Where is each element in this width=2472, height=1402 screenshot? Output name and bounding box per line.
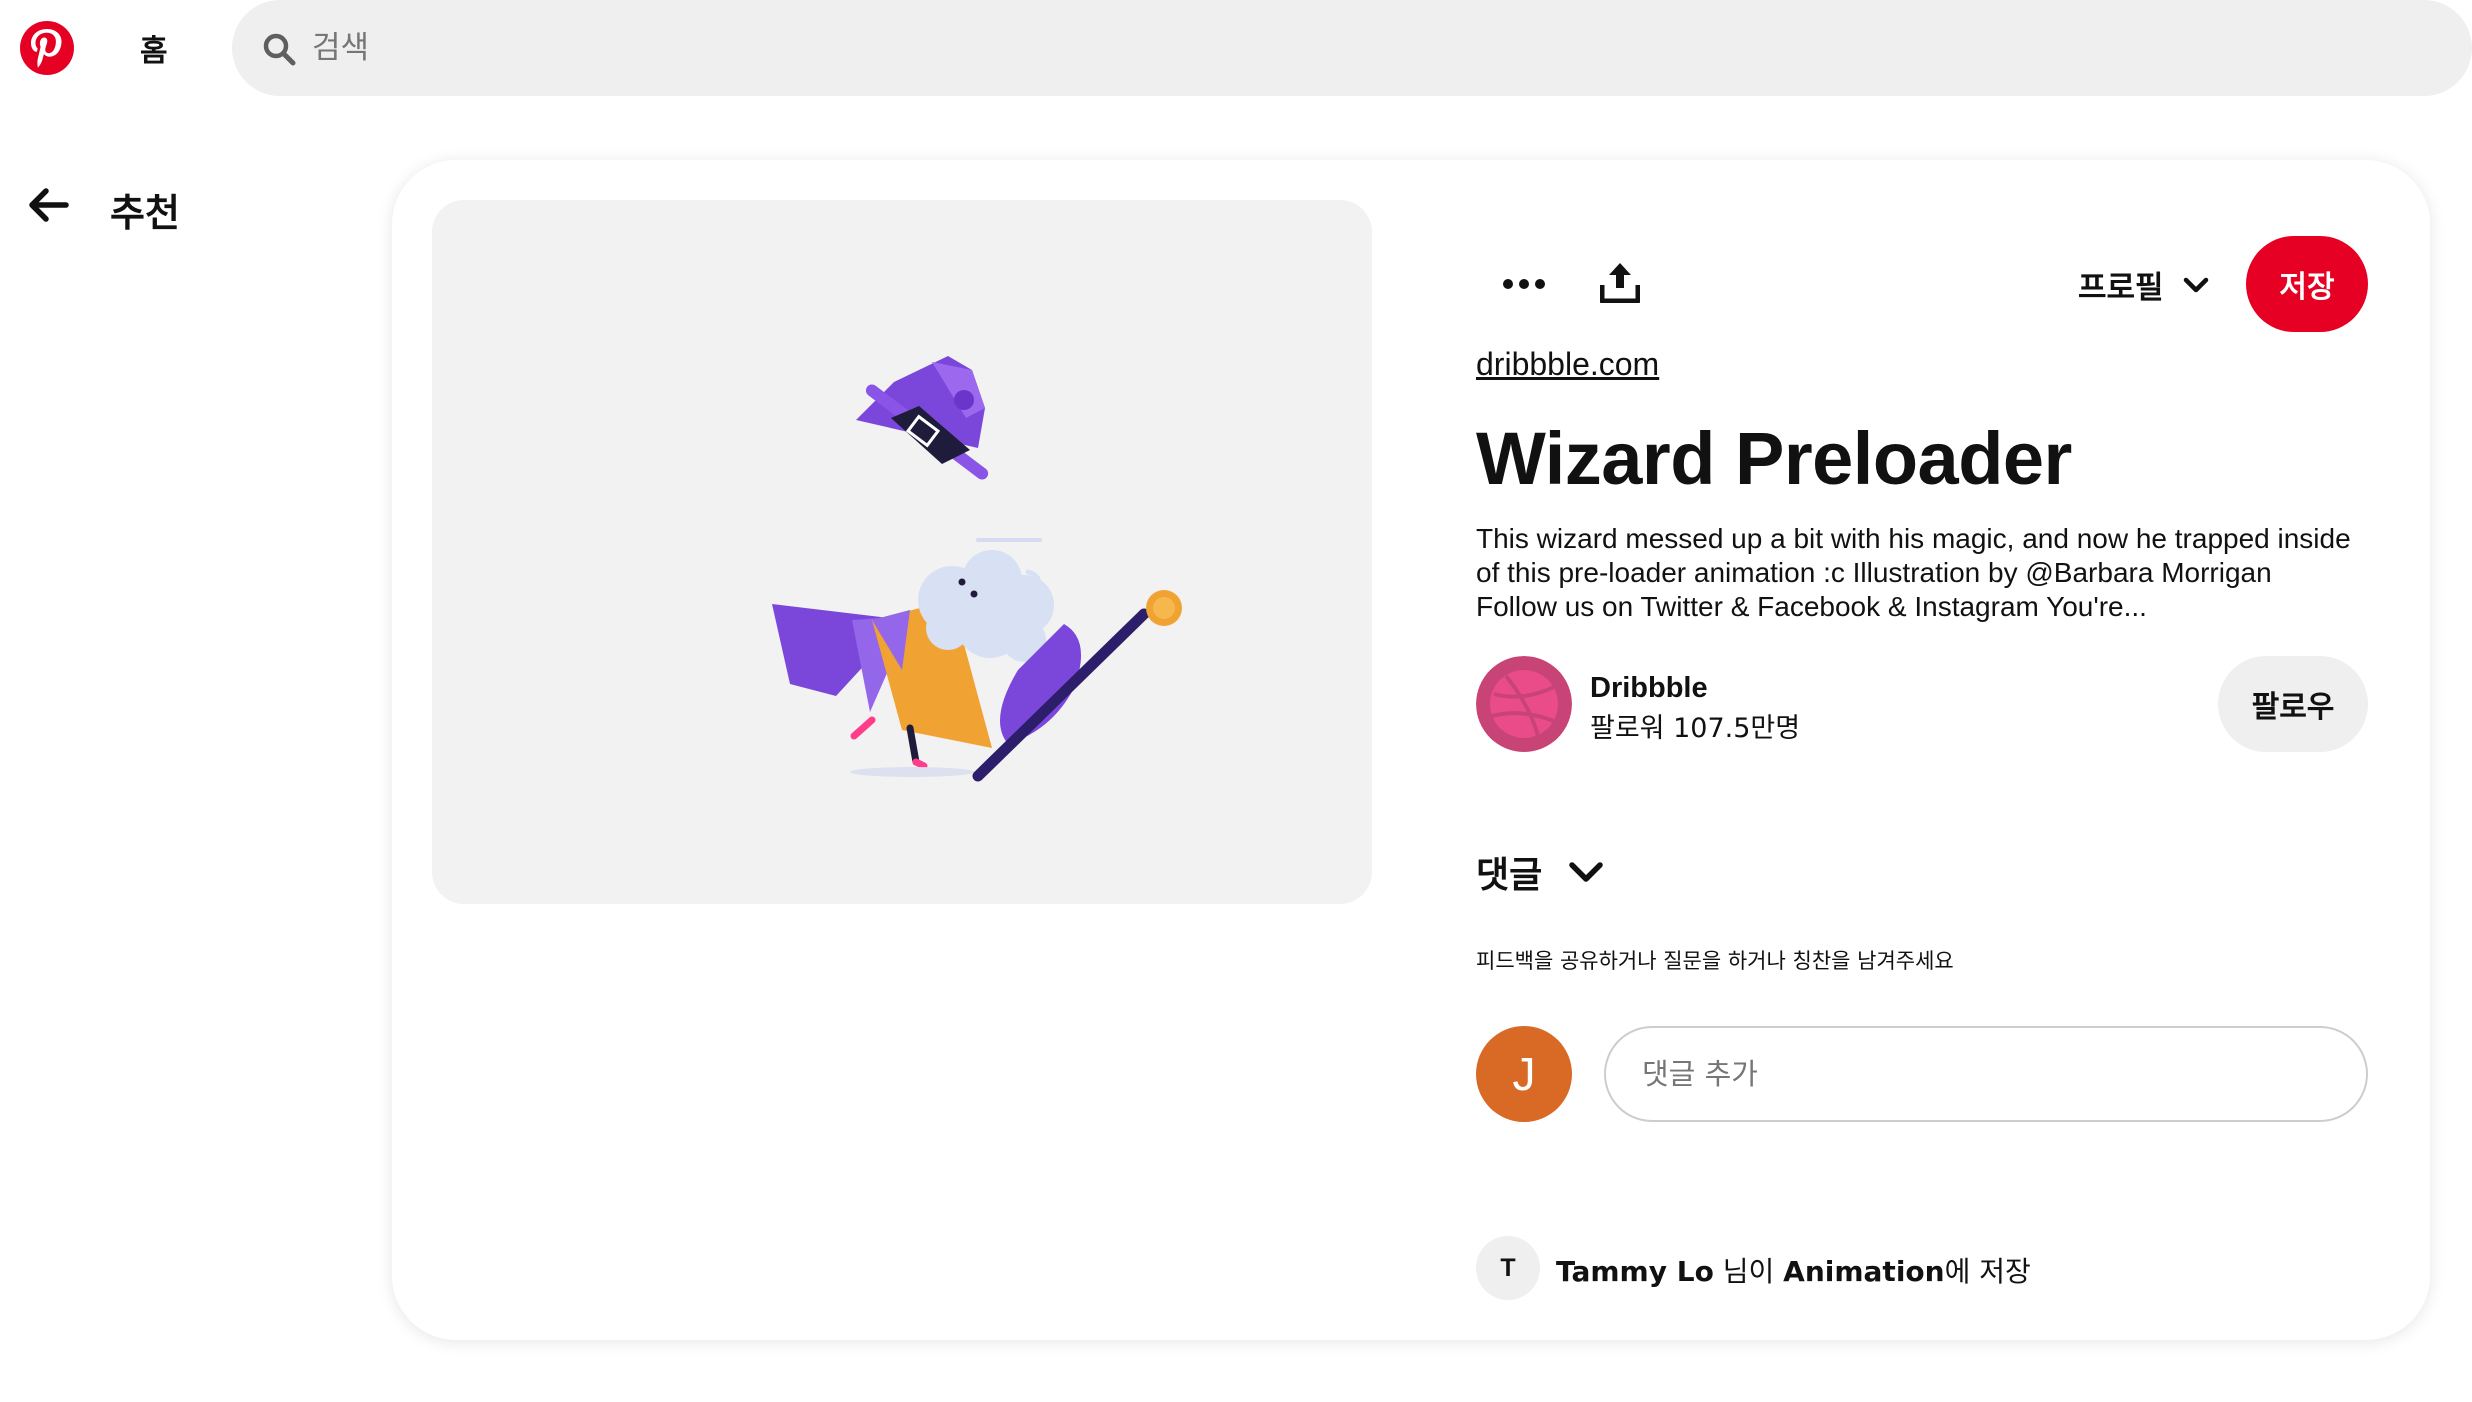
saved-by-middle: 님이 [1713, 1255, 1784, 1288]
search-input[interactable] [312, 22, 2112, 74]
back-button[interactable] [24, 180, 74, 230]
pin-card: 프로필 저장 dribbble.com Wizard Preloader Thi… [392, 160, 2430, 1340]
pinterest-logo-icon[interactable] [20, 21, 74, 75]
follow-button[interactable]: 팔로우 [2218, 656, 2368, 752]
comments-toggle[interactable]: 댓글 [1476, 846, 1606, 898]
current-user-avatar[interactable]: J [1476, 1026, 1572, 1122]
saved-by-suffix: 에 저장 [1944, 1255, 2031, 1288]
saver-name[interactable]: Tammy Lo [1556, 1255, 1714, 1288]
pin-title: Wizard Preloader [1476, 417, 2072, 500]
profile-board-select[interactable]: 프로필 [2078, 262, 2210, 307]
ellipsis-icon [1503, 279, 1545, 289]
saved-by-line: Tammy Lo 님이 Animation에 저장 [1556, 1250, 2031, 1290]
profile-select-label: 프로필 [2078, 270, 2164, 306]
arrow-left-icon [29, 188, 69, 222]
saver-avatar[interactable]: T [1476, 1236, 1540, 1300]
pin-image[interactable] [432, 200, 1372, 904]
back-title: 추천 [110, 191, 180, 235]
saved-board-name[interactable]: Animation [1783, 1255, 1944, 1288]
comments-hint: 피드백을 공유하거나 질문을 하거나 칭찬을 남겨주세요 [1476, 949, 1954, 973]
home-link[interactable]: 홈 [140, 26, 168, 70]
comments-title: 댓글 [1476, 855, 1543, 896]
top-nav: 홈 [0, 0, 2472, 96]
share-button[interactable] [1588, 250, 1652, 314]
pin-description: This wizard messed up a bit with his mag… [1476, 523, 2351, 622]
search-icon [263, 33, 296, 66]
creator-name[interactable]: Dribbble [1590, 672, 1708, 705]
more-options-button[interactable] [1492, 252, 1556, 316]
source-link[interactable]: dribbble.com [1476, 346, 1659, 383]
chevron-down-icon [2183, 277, 2208, 292]
comment-input[interactable] [1604, 1026, 2368, 1122]
creator-avatar[interactable] [1476, 656, 1572, 752]
chevron-down-icon [1569, 862, 1603, 882]
save-button[interactable]: 저장 [2246, 236, 2368, 332]
share-upload-icon [1600, 263, 1640, 303]
search-bar[interactable] [232, 0, 2472, 96]
creator-followers: 팔로워 107.5만명 [1590, 713, 1801, 744]
wizard-illustration [772, 356, 1182, 782]
